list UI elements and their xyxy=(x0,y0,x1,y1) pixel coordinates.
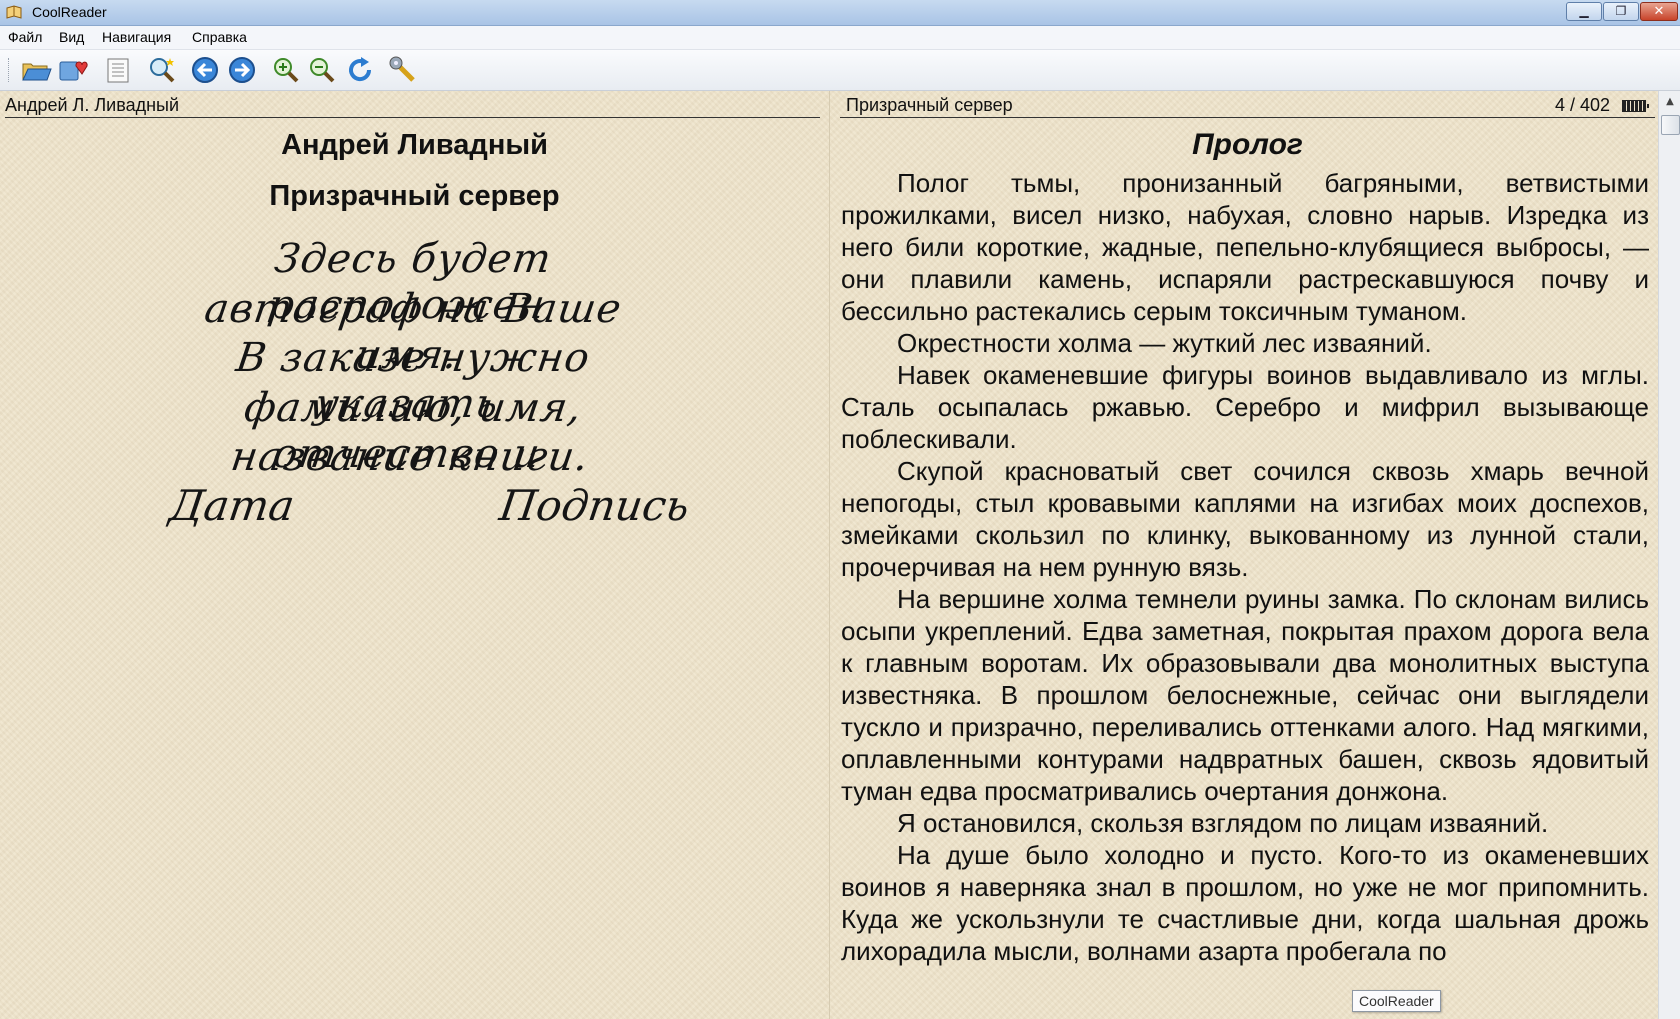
recent-books-button[interactable] xyxy=(56,55,88,85)
menu-help[interactable]: Справка xyxy=(192,29,247,45)
paragraph: На вершине холма темнели руины замка. По… xyxy=(841,584,1649,806)
minimize-icon: ▁ xyxy=(1579,4,1589,18)
autograph-block: Здесь будет расположен автограф на Ваше … xyxy=(150,236,693,656)
maximize-button[interactable]: ❐ xyxy=(1603,2,1639,21)
chapter-title: Пролог xyxy=(1192,128,1303,161)
book-title: Призрачный сервер xyxy=(269,180,560,212)
left-header-rule xyxy=(5,117,820,118)
coolreader-window: CoolReader ▁ ❐ ✕ Файл Вид Навигация Спра… xyxy=(0,0,1680,1019)
zoom-out-button[interactable] xyxy=(306,55,338,85)
right-header-rule xyxy=(840,117,1655,118)
table-of-contents-icon xyxy=(107,58,129,83)
paragraph: Окрестности холма — жуткий лес изваяний. xyxy=(897,328,1432,358)
toolbar xyxy=(0,50,1680,91)
app-icon xyxy=(6,5,22,19)
right-page-header-title: Призрачный сервер xyxy=(846,95,1013,115)
toolbar-grip[interactable] xyxy=(8,58,12,82)
rotate-icon xyxy=(349,57,372,82)
table-of-contents-button[interactable] xyxy=(102,55,134,85)
recent-books-icon xyxy=(59,61,88,81)
settings-wrench-icon xyxy=(389,56,415,82)
menu-view[interactable]: Вид xyxy=(59,29,84,45)
date-label: Дата xyxy=(166,481,298,530)
back-arrow-icon xyxy=(192,57,218,83)
menu-file[interactable]: Файл xyxy=(8,29,42,45)
search-icon xyxy=(150,58,175,83)
paragraph: Полог тьмы, пронизанный багряными, ветви… xyxy=(841,168,1649,326)
scroll-up-icon[interactable]: ▲ xyxy=(1659,91,1680,113)
vertical-scrollbar[interactable]: ▲ xyxy=(1658,91,1680,1019)
open-file-icon xyxy=(22,63,52,81)
close-button[interactable]: ✕ xyxy=(1640,2,1678,21)
paragraph: Скупой красноватый свет сочился сквозь х… xyxy=(841,456,1649,582)
settings-button[interactable] xyxy=(388,55,420,85)
page-divider xyxy=(829,91,830,1019)
zoom-in-button[interactable] xyxy=(270,55,302,85)
taskbar-tooltip: CoolReader xyxy=(1352,990,1441,1012)
window-title: CoolReader xyxy=(32,4,107,20)
page-number: 4 / 402 xyxy=(1555,95,1611,115)
zoom-out-icon xyxy=(310,58,335,83)
menu-navigation[interactable]: Навигация xyxy=(102,29,171,45)
scroll-thumb[interactable] xyxy=(1661,115,1680,135)
open-file-button[interactable] xyxy=(20,55,52,85)
search-button[interactable] xyxy=(146,55,178,85)
signature-label: Подпись xyxy=(496,481,693,530)
paragraph: На душе было холодно и пусто. Кого-то из… xyxy=(841,840,1649,966)
zoom-in-icon xyxy=(274,58,299,83)
paragraph: Я остановился, скользя взглядом по лицам… xyxy=(897,808,1549,838)
reading-area[interactable]: Андрей Л. Ливадный Андрей Ливадный Призр… xyxy=(0,91,1680,1019)
forward-button[interactable] xyxy=(226,55,258,85)
chapter-text: Полог тьмы, пронизанный багряными, ветви… xyxy=(841,167,1649,967)
paragraph: Навек окаменевшие фигуры воинов выдавлив… xyxy=(841,360,1649,454)
autograph-line: название книги. xyxy=(228,434,592,480)
back-button[interactable] xyxy=(189,55,221,85)
forward-arrow-icon xyxy=(229,57,255,83)
book-author: Андрей Ливадный xyxy=(281,129,548,161)
left-page-header-author: Андрей Л. Ливадный xyxy=(5,95,180,115)
menu-bar: Файл Вид Навигация Справка xyxy=(0,26,1680,50)
maximize-icon: ❐ xyxy=(1615,4,1627,18)
battery-icon xyxy=(1622,100,1649,112)
close-icon: ✕ xyxy=(1653,4,1665,19)
title-bar: CoolReader ▁ ❐ ✕ xyxy=(0,0,1680,26)
minimize-button[interactable]: ▁ xyxy=(1566,2,1602,21)
rotate-button[interactable] xyxy=(344,55,376,85)
